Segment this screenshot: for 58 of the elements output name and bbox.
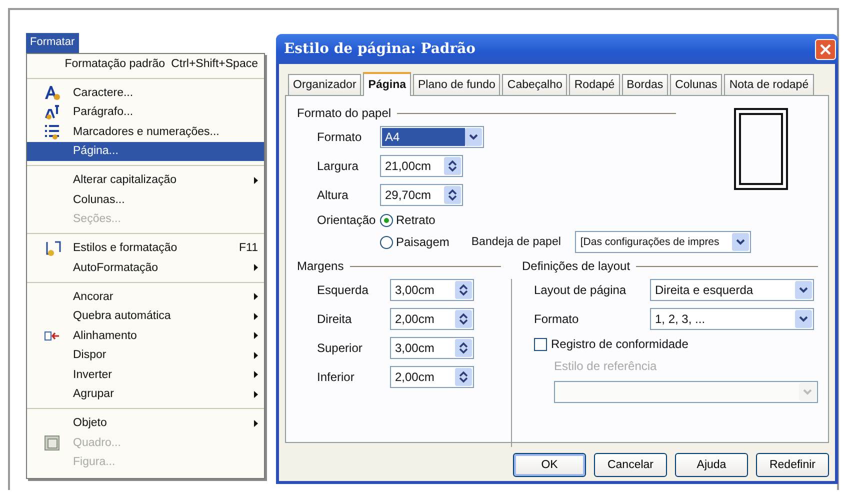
field-label: Formato (316, 130, 363, 144)
menu-item[interactable]: Colunas... (27, 190, 264, 210)
field-label: Direita (316, 312, 353, 326)
menu-item[interactable]: Ancorar (27, 287, 264, 306)
field-label: Bandeja de papel (471, 236, 562, 248)
field-label: Superior (316, 340, 364, 354)
menu-item[interactable]: Parágrafo... (27, 102, 264, 122)
dialog-button[interactable]: Redefinir (756, 453, 829, 477)
radio-option[interactable]: Paisagem (380, 235, 450, 249)
menu-item[interactable]: Marcadores e numerações... (27, 122, 264, 142)
spin-field[interactable]: 3,00cm (390, 278, 474, 300)
field-label: Formato (533, 312, 580, 326)
menu-title[interactable]: Formatar (26, 33, 79, 53)
spin-field[interactable]: 29,70cm (380, 184, 463, 206)
tab[interactable]: Página (363, 72, 412, 96)
spin-field[interactable]: 2,00cm (390, 366, 474, 388)
spin-field[interactable]: 2,00cm (390, 308, 474, 330)
field-label: Altura (316, 188, 350, 202)
dialog-button[interactable]: Ajuda (675, 453, 748, 477)
menu-item[interactable]: Quebra automática (27, 306, 264, 326)
section-heading: Margens (297, 259, 344, 273)
dropdown[interactable]: 1, 2, 3, ... (650, 308, 814, 330)
menu-item[interactable]: Alinhamento (27, 326, 264, 346)
menu-item[interactable]: Página... (27, 142, 264, 161)
tab[interactable]: Plano de fundo (413, 74, 500, 95)
menu-item[interactable]: Objeto (27, 414, 264, 433)
checkbox-label: Registro de conformidade (551, 337, 688, 351)
spin-field[interactable]: 21,00cm (380, 154, 463, 176)
section-heading: Definições de layout (522, 259, 630, 273)
field-label: Layout de página (533, 282, 628, 296)
menu-item[interactable]: AutoFormatação (27, 258, 264, 278)
field-label: Orientação (316, 213, 377, 227)
menu-item[interactable]: Inverter (27, 365, 264, 384)
tab[interactable]: Cabeçalho (502, 74, 568, 95)
field-label: Inferior (316, 370, 356, 384)
radio-option[interactable]: Retrato (380, 213, 436, 227)
tray-dropdown[interactable]: [Das configurações de impres (575, 231, 752, 253)
tab[interactable]: Bordas (622, 74, 668, 95)
section-heading: Formato do papel (297, 106, 392, 120)
menu-item[interactable]: Estilos e formatação F11 (27, 238, 264, 258)
menu-item[interactable]: Agrupar (27, 384, 264, 404)
field-label: Estilo de referência (554, 359, 657, 373)
menu-item[interactable]: Alterar capitalização (27, 170, 264, 190)
menu-item[interactable]: Dispor (27, 346, 264, 365)
spin-field[interactable]: 3,00cm (390, 336, 474, 358)
menu-item[interactable]: Caractere... (27, 83, 264, 102)
tab[interactable]: Nota de rodapé (724, 74, 814, 95)
tab[interactable]: Organizador (288, 74, 362, 95)
field-label: Largura (316, 158, 360, 172)
tab[interactable]: Colunas (670, 74, 722, 95)
tab[interactable]: Rodapé (569, 74, 620, 95)
field-label: Esquerda (316, 282, 370, 296)
format-dropdown[interactable]: A4 (380, 126, 484, 148)
window-title: Estilo de página: Padrão (284, 41, 476, 57)
dialog-button[interactable]: OK (513, 453, 586, 477)
dropdown[interactable]: Direita e esquerda (650, 278, 814, 300)
menu-item[interactable]: Formatação padrão Ctrl+Shift+Space (27, 54, 264, 74)
dialog-button[interactable]: Cancelar (594, 453, 667, 477)
